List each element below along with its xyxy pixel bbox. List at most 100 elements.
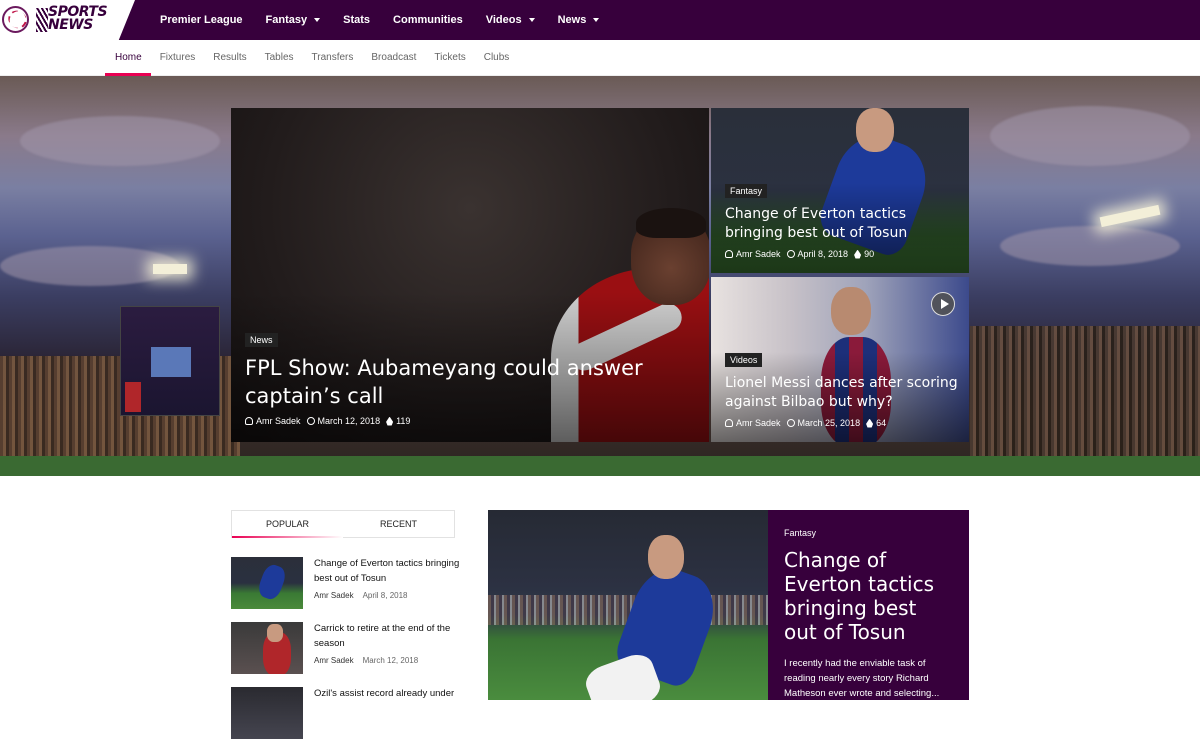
featured-article-box: Fantasy Change of Everton tactics bringi… [768, 510, 969, 700]
scoreboard [120, 306, 220, 416]
subnav-clubs[interactable]: Clubs [475, 40, 519, 76]
category-label[interactable]: Fantasy [784, 528, 953, 538]
nav-communities[interactable]: Communities [393, 14, 463, 26]
list-item[interactable]: Change of Everton tactics bringing best … [231, 557, 461, 609]
article-meta: Amr Sadek April 8, 2018 90 [725, 249, 960, 259]
hero-main-article[interactable]: News FPL Show: Aubameyang could answer c… [231, 108, 709, 442]
stadium-light [1099, 204, 1161, 228]
logo-line-2: NEWS [48, 17, 93, 33]
stadium-light [153, 264, 187, 274]
date: April 8, 2018 [797, 249, 849, 259]
category-tag[interactable]: News [245, 333, 278, 347]
hero-side-article-2[interactable]: Videos Lionel Messi dances after scoring… [711, 277, 969, 442]
player-hair [636, 208, 706, 238]
popular-recent-tabs: POPULAR RECENT [231, 510, 455, 538]
nav-fantasy[interactable]: Fantasy [266, 14, 321, 26]
clock-icon [306, 417, 315, 425]
cloud [1000, 226, 1180, 266]
featured-article-excerpt: I recently had the enviable task of read… [784, 658, 940, 699]
nav-premier-league[interactable]: Premier League [160, 14, 243, 26]
list-item-meta: Amr Sadek March 12, 2018 [314, 656, 418, 665]
article-thumbnail[interactable] [231, 622, 303, 674]
author[interactable]: Amr Sadek [736, 418, 781, 428]
scoreboard-ad [125, 382, 141, 412]
nav-label: Communities [393, 14, 463, 26]
article-meta: Amr Sadek March 25, 2018 64 [725, 418, 960, 428]
player-head [831, 287, 871, 335]
nav-label: News [557, 14, 587, 26]
date: March 25, 2018 [797, 418, 861, 428]
subnav-tables[interactable]: Tables [256, 40, 303, 76]
fire-icon [854, 249, 862, 259]
author[interactable]: Amr Sadek [256, 416, 301, 426]
tab-recent[interactable]: RECENT [343, 511, 454, 537]
thumbnail-head [267, 624, 283, 642]
cloud [20, 116, 220, 166]
list-item[interactable]: Carrick to retire at the end of the seas… [231, 622, 461, 674]
list-item-title[interactable]: Ozil's assist record already under [314, 687, 464, 702]
featured-article-image[interactable] [488, 510, 768, 700]
subnav-fixtures[interactable]: Fixtures [151, 40, 205, 76]
nav-label: Videos [485, 14, 522, 26]
subnav-results[interactable]: Results [204, 40, 255, 76]
author[interactable]: Amr Sadek [736, 249, 781, 259]
sub-navigation: Home Fixtures Results Tables Transfers B… [0, 40, 1200, 76]
article-title[interactable]: Lionel Messi dances after scoring agains… [725, 374, 960, 412]
nav-news[interactable]: News [558, 14, 600, 26]
right-stands [970, 326, 1200, 476]
chevron-down-icon [528, 18, 535, 22]
user-icon [725, 250, 733, 258]
date: March 12, 2018 [362, 656, 419, 665]
nav-label: Stats [343, 14, 371, 26]
date: April 8, 2018 [362, 591, 408, 600]
article-thumbnail[interactable] [231, 687, 303, 739]
author[interactable]: Amr Sadek [314, 656, 354, 665]
article-title[interactable]: FPL Show: Aubameyang could answer captai… [245, 354, 665, 410]
nav-label: Premier League [160, 14, 243, 26]
view-count: 119 [396, 416, 411, 426]
fire-icon [866, 418, 874, 428]
site-logo[interactable]: SPORTS NEWS [0, 0, 135, 40]
player-head [856, 108, 894, 152]
view-count: 64 [876, 418, 887, 428]
list-item-title[interactable]: Change of Everton tactics bringing best … [314, 557, 464, 586]
cloud [990, 106, 1190, 166]
subnav-transfers[interactable]: Transfers [303, 40, 363, 76]
fire-icon [386, 416, 394, 426]
nav-videos[interactable]: Videos [486, 14, 535, 26]
clock-icon [786, 419, 795, 427]
view-count: 90 [864, 249, 875, 259]
play-icon[interactable] [931, 292, 955, 316]
author[interactable]: Amr Sadek [314, 591, 354, 600]
featured-article-title[interactable]: Change of Everton tactics bringing best … [784, 548, 953, 644]
tab-popular[interactable]: POPULAR [232, 511, 343, 538]
article-meta: Amr Sadek March 12, 2018 119 [245, 416, 665, 426]
article-title[interactable]: Change of Everton tactics bringing best … [725, 205, 960, 243]
main-nav: Premier League Fantasy Stats Communities… [160, 0, 622, 40]
logo-text: SPORTS NEWS [48, 5, 108, 33]
hero-side-article-1[interactable]: Fantasy Change of Everton tactics bringi… [711, 108, 969, 273]
list-item-title[interactable]: Carrick to retire at the end of the seas… [314, 622, 464, 651]
article-thumbnail[interactable] [231, 557, 303, 609]
player-head [648, 535, 684, 579]
subnav-home[interactable]: Home [105, 40, 151, 76]
date: March 12, 2018 [317, 416, 381, 426]
subnav-broadcast[interactable]: Broadcast [362, 40, 425, 76]
clock-icon [786, 250, 795, 258]
subnav-tickets[interactable]: Tickets [425, 40, 474, 76]
category-tag[interactable]: Fantasy [725, 184, 768, 198]
logo-stripes-icon [36, 8, 48, 32]
nav-stats[interactable]: Stats [343, 14, 370, 26]
user-icon [245, 417, 253, 425]
nav-label: Fantasy [265, 14, 308, 26]
list-item[interactable]: Ozil's assist record already under [231, 687, 461, 739]
user-icon [725, 419, 733, 427]
thumbnail-figure [255, 562, 289, 602]
list-item-meta: Amr Sadek April 8, 2018 [314, 591, 408, 600]
chevron-down-icon [314, 18, 321, 22]
scoreboard-screen [151, 347, 191, 377]
top-navigation-bar: SPORTS NEWS Premier League Fantasy Stats… [0, 0, 1200, 40]
category-tag[interactable]: Videos [725, 353, 763, 367]
chevron-down-icon [593, 18, 600, 22]
baseball-icon [2, 6, 29, 33]
